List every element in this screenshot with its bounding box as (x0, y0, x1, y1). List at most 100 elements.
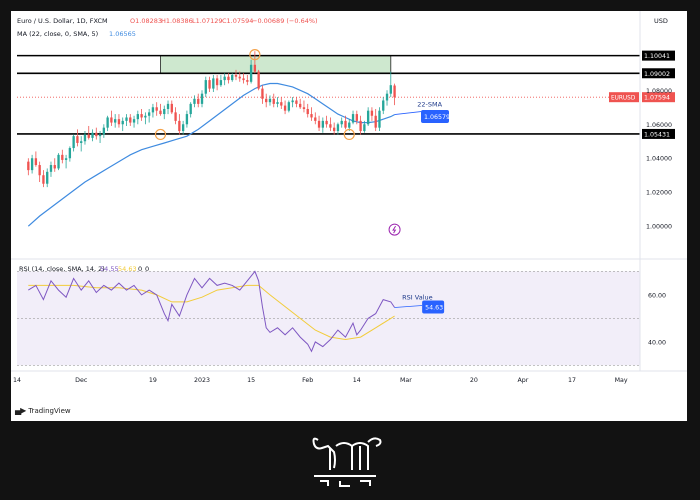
candle-body (64, 158, 68, 160)
candle-body (212, 78, 215, 89)
rsi-indicator-value: 54.55 (100, 265, 119, 273)
time-tick-label: Dec (75, 377, 88, 384)
price-tick-label: 1.08000 (646, 88, 672, 95)
candle-body (321, 120, 325, 128)
price-tick-label: 1.00000 (646, 224, 672, 231)
candle-body (215, 78, 219, 86)
price-pane: 1.10041 1.09002 1.05431 22-SMA 1.06579 EURUSD… (17, 49, 675, 236)
time-tick-label: 14 (353, 377, 361, 384)
candle-body (125, 117, 128, 121)
candle-body (223, 76, 226, 81)
candle-body (295, 100, 298, 104)
candle-body (129, 117, 132, 123)
candle-body (151, 107, 155, 113)
rsi-indicator-title: RSI (14, close, SMA, 14, 2) (19, 265, 105, 273)
rsi-ma-indicator-value: 54.63 (118, 265, 137, 273)
tradingview-logo: ▄▶ TradingView (15, 406, 71, 415)
rsi-value-text: 54.63 (425, 304, 443, 311)
axis-currency: USD (654, 17, 668, 25)
candle-body (329, 124, 332, 128)
time-tick-label: Mar (400, 377, 412, 384)
candle-body (276, 102, 279, 104)
candle-body (178, 120, 181, 132)
candle-body (204, 80, 207, 94)
candle-body (76, 136, 79, 143)
candle-body (110, 117, 113, 123)
candle-body (68, 148, 72, 159)
candle-body (355, 114, 358, 121)
candle-body (370, 110, 374, 116)
candle-body (336, 124, 340, 132)
current-price-label: 1.07594 (644, 95, 670, 102)
candle-body (242, 78, 245, 81)
candle-body (291, 100, 294, 103)
ohlc-close: C1.07594 (222, 17, 253, 25)
rsi-pane: 40.00 60.00 RSI Value 54.63 (17, 270, 666, 366)
candle-body (49, 165, 53, 172)
candle-body (219, 80, 223, 86)
brand-logo (312, 437, 382, 487)
candle-body (163, 108, 166, 115)
time-tick-label: 14 (13, 377, 21, 384)
candle-body (208, 80, 211, 89)
time-tick-label: 2023 (194, 377, 210, 384)
candle-body (261, 88, 264, 99)
time-tick-label: 15 (247, 377, 255, 384)
candle-body (344, 120, 347, 128)
rsi-annotation-label: RSI Value (402, 294, 432, 302)
rsi-indicator-extra-1: 0 (138, 265, 142, 273)
candle-body (280, 102, 283, 106)
time-tick-label: 20 (470, 377, 478, 384)
candle-body (197, 98, 200, 104)
time-tick-label: 19 (149, 377, 157, 384)
candle-body (170, 103, 173, 113)
tradingview-logo-icon: ▄▶ (15, 406, 26, 415)
candle-body (46, 171, 49, 184)
candle-body (366, 110, 370, 125)
candle-body (234, 74, 238, 77)
sma-annotation-arrow (394, 111, 422, 115)
candle-body (378, 110, 381, 128)
candle-body (102, 127, 106, 135)
brand-logo-mark (312, 437, 382, 487)
candle-body (351, 114, 355, 123)
candle-body (136, 114, 139, 120)
time-axis: 14 Dec 19 2023 15 Feb 14 Mar 20 Apr 17 May (13, 377, 628, 384)
candle-body (265, 98, 268, 103)
candle-body (38, 165, 41, 176)
candle-body (193, 98, 196, 104)
candle-body (359, 120, 362, 132)
candle-body (231, 74, 234, 81)
candle-body (227, 76, 230, 81)
candle-body (147, 112, 151, 116)
candle-body (42, 175, 45, 184)
candle-body (385, 93, 389, 101)
candle-body (253, 64, 257, 72)
candle-body (238, 76, 241, 79)
candle-body (257, 71, 260, 89)
candle-body (83, 134, 87, 142)
candle-body (268, 98, 272, 103)
candle-body (374, 115, 377, 128)
candle-body (72, 136, 75, 149)
candle-body (287, 102, 291, 111)
tradingview-logo-text: TradingView (28, 406, 71, 415)
candle-body (382, 100, 385, 111)
candle-body (27, 161, 30, 171)
candle-body (80, 141, 83, 143)
sma-annotation-label: 22-SMA (417, 100, 442, 108)
candle-body (98, 134, 102, 137)
ohlc-low: L1.07129 (192, 17, 223, 25)
symbol-tag: EURUSD (611, 96, 636, 102)
candle-body (181, 124, 185, 132)
rsi-tick-label: 40.00 (648, 339, 666, 346)
candle-body (314, 117, 317, 121)
candle-body (185, 114, 189, 125)
candle-body (272, 98, 275, 104)
candle-body (310, 114, 313, 118)
candle-body (283, 105, 287, 111)
candle-body (30, 158, 34, 171)
candle-body (57, 154, 60, 169)
candle-body (393, 85, 396, 98)
candle-body (140, 114, 143, 118)
